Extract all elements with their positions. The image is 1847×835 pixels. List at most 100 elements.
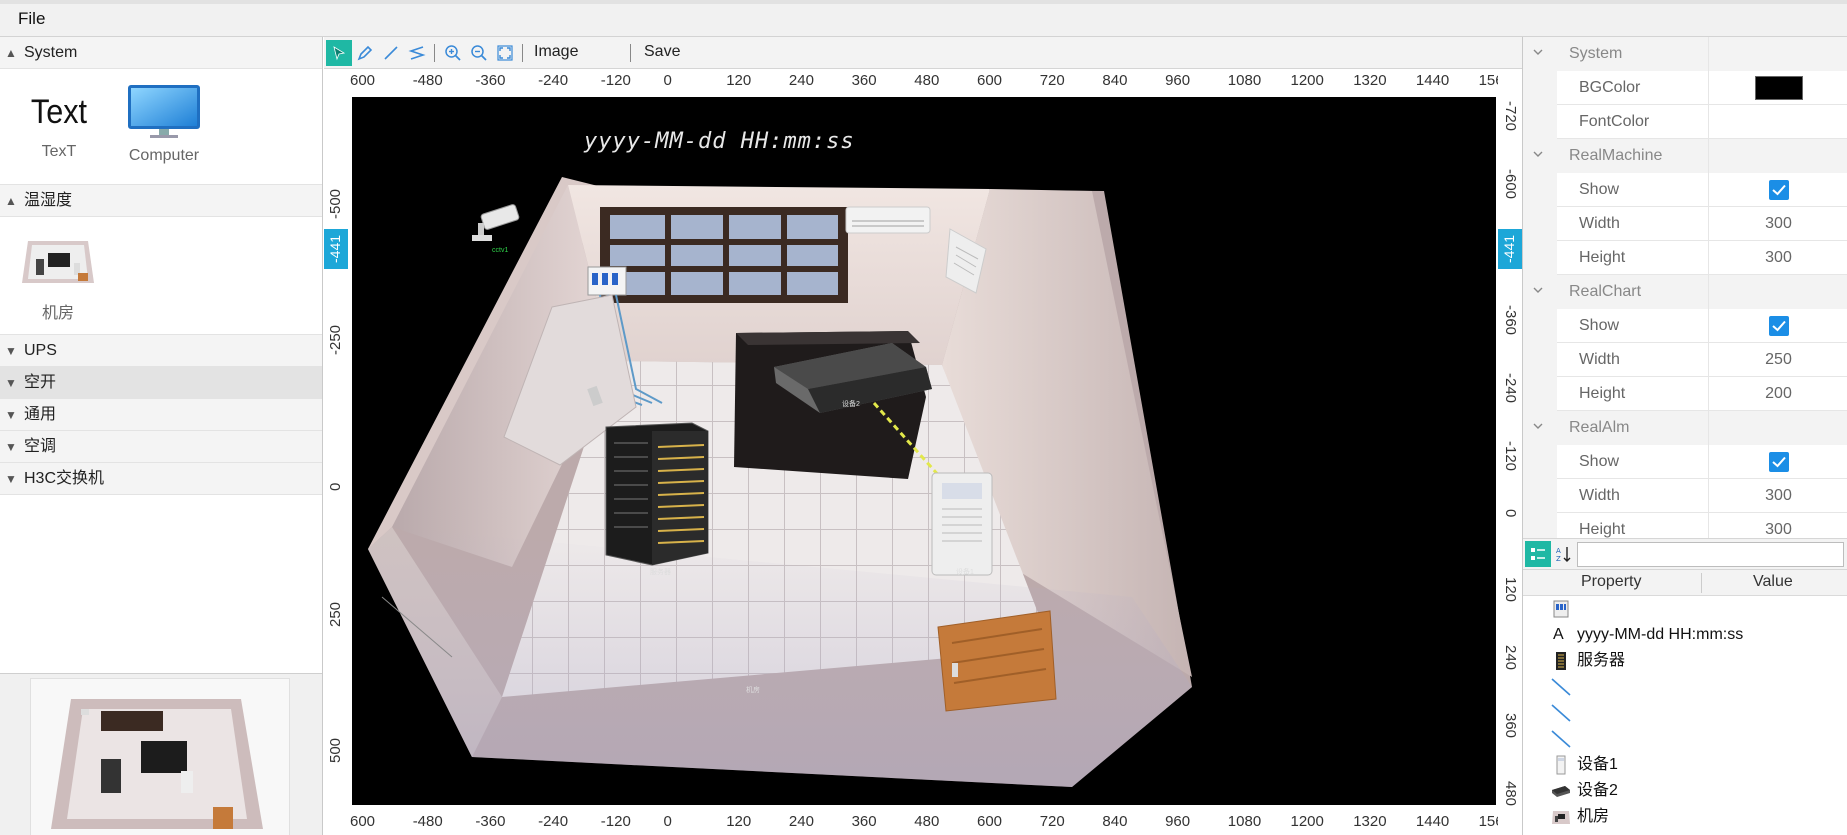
property-value[interactable]: 300 <box>1709 207 1847 241</box>
palette-group-air-conditioner[interactable]: ▼ 空调 <box>0 431 322 463</box>
property-value[interactable] <box>1709 105 1847 139</box>
property-row[interactable]: Width 250 <box>1523 343 1847 377</box>
property-row[interactable]: Show <box>1523 309 1847 343</box>
palette-item-room[interactable]: 机房 <box>16 233 100 323</box>
property-category[interactable]: RealAlm <box>1523 411 1847 445</box>
property-value[interactable]: 300 <box>1709 479 1847 513</box>
tree-item[interactable] <box>1523 596 1847 622</box>
tree-item[interactable]: Ayyyy-MM-dd HH:mm:ss <box>1523 622 1847 648</box>
line-tool-button[interactable] <box>378 40 404 66</box>
tree-col-property[interactable]: Property <box>1581 573 1641 591</box>
property-row[interactable]: Height 300 <box>1523 241 1847 275</box>
overview-viewport[interactable] <box>30 678 290 835</box>
property-value[interactable]: 300 <box>1709 241 1847 275</box>
checkbox-checked-icon[interactable] <box>1768 451 1789 472</box>
property-value[interactable] <box>1709 445 1847 479</box>
property-category[interactable]: System <box>1523 37 1847 71</box>
property-row[interactable]: FontColor <box>1523 105 1847 139</box>
property-category[interactable]: RealChart <box>1523 275 1847 309</box>
palette-group-general[interactable]: ▼ 通用 <box>0 399 322 431</box>
polyline-tool-button[interactable] <box>404 40 430 66</box>
zoom-out-icon <box>471 45 487 61</box>
property-value[interactable] <box>1709 37 1847 71</box>
property-row[interactable]: Width 300 <box>1523 479 1847 513</box>
overview-panel <box>0 673 322 835</box>
palette-group-system[interactable]: ▲ System <box>0 37 322 69</box>
line-icon <box>384 46 398 60</box>
palette-item-computer[interactable]: Computer <box>124 83 204 165</box>
tree-col-value[interactable]: Value <box>1753 573 1793 591</box>
ruler-tick-label: 240 <box>788 813 814 830</box>
design-stage[interactable]: yyyy-MM-dd HH:mm:ss cctv1 设备2 服务器 设备1 机房 <box>352 97 1496 805</box>
ruler-tick-label: 120 <box>726 813 752 830</box>
ruler-tick-label: 480 <box>1502 781 1519 807</box>
property-value[interactable] <box>1709 139 1847 173</box>
room-icon <box>1552 811 1570 824</box>
ruler-tick-label: 0 <box>663 813 672 830</box>
chevron-down-icon[interactable] <box>1531 147 1545 161</box>
property-category[interactable]: RealMachine <box>1523 139 1847 173</box>
save-button[interactable]: Save <box>644 43 680 61</box>
ruler-tick-label: -480 <box>412 72 443 89</box>
svg-text:A: A <box>1556 547 1561 555</box>
fit-screen-button[interactable] <box>492 40 518 66</box>
row-gutter <box>1523 343 1557 377</box>
property-row[interactable]: BGColor <box>1523 71 1847 105</box>
column-divider[interactable] <box>1701 573 1702 593</box>
zoom-out-button[interactable] <box>466 40 492 66</box>
property-name: RealChart <box>1557 275 1709 309</box>
select-tool-button[interactable] <box>326 40 352 66</box>
alphabetical-sort-button[interactable]: AZ <box>1551 541 1577 567</box>
property-row[interactable]: Height 200 <box>1523 377 1847 411</box>
tree-item[interactable]: 设备2 <box>1523 778 1847 804</box>
color-swatch[interactable] <box>1754 75 1803 100</box>
categorized-view-button[interactable] <box>1525 541 1551 567</box>
zoom-in-button[interactable] <box>440 40 466 66</box>
ruler-tick-label: 480 <box>914 813 940 830</box>
ruler-tick-label: -240 <box>538 813 569 830</box>
chevron-down-icon[interactable] <box>1531 45 1545 59</box>
property-value[interactable] <box>1709 71 1847 105</box>
property-value[interactable] <box>1709 173 1847 207</box>
property-name: Show <box>1557 173 1709 207</box>
property-row[interactable]: Height 300 <box>1523 513 1847 538</box>
property-value[interactable] <box>1709 411 1847 445</box>
tree-item[interactable] <box>1523 674 1847 700</box>
property-value[interactable]: 300 <box>1709 513 1847 538</box>
image-button[interactable]: Image <box>534 43 578 61</box>
tree-item-label: 服务器 <box>1577 652 1626 669</box>
tree-item[interactable]: 服务器 <box>1523 648 1847 674</box>
left-ruler: -500 -250 0 250 500 -441 <box>324 93 348 811</box>
row-gutter <box>1523 309 1557 343</box>
property-search-input[interactable] <box>1577 542 1844 567</box>
property-value[interactable] <box>1709 275 1847 309</box>
ruler-tick-label: 1440 <box>1415 72 1450 89</box>
property-value[interactable]: 250 <box>1709 343 1847 377</box>
ruler-tick-label: 1320 <box>1353 72 1387 89</box>
palette-group-breaker[interactable]: ▼ 空开 <box>0 367 322 399</box>
ac-label: 设备1 <box>956 569 974 576</box>
property-row[interactable]: Width 300 <box>1523 207 1847 241</box>
property-value[interactable] <box>1709 309 1847 343</box>
menu-file[interactable]: File <box>18 9 45 29</box>
datetime-display[interactable]: yyyy-MM-dd HH:mm:ss <box>584 129 855 154</box>
palette-group-ups[interactable]: ▼ UPS <box>0 335 322 367</box>
palette-item-text[interactable]: Text TexT <box>26 83 92 161</box>
canvas-toolbar: Image Save <box>324 37 1522 69</box>
pencil-icon <box>357 45 373 61</box>
checkbox-checked-icon[interactable] <box>1768 315 1789 336</box>
property-row[interactable]: Show <box>1523 445 1847 479</box>
pen-tool-button[interactable] <box>352 40 378 66</box>
tree-item[interactable] <box>1523 700 1847 726</box>
chevron-down-icon[interactable] <box>1531 283 1545 297</box>
palette-group-label: 通用 <box>24 406 57 423</box>
palette-group-h3c-switch[interactable]: ▼ H3C交换机 <box>0 463 322 495</box>
tree-item[interactable]: 设备1 <box>1523 752 1847 778</box>
checkbox-checked-icon[interactable] <box>1768 179 1789 200</box>
chevron-down-icon[interactable] <box>1531 419 1545 433</box>
property-row[interactable]: Show <box>1523 173 1847 207</box>
tree-item[interactable] <box>1523 726 1847 752</box>
palette-group-temp-humidity[interactable]: ▲ 温湿度 <box>0 185 322 217</box>
tree-item[interactable]: 机房 <box>1523 804 1847 830</box>
property-value[interactable]: 200 <box>1709 377 1847 411</box>
